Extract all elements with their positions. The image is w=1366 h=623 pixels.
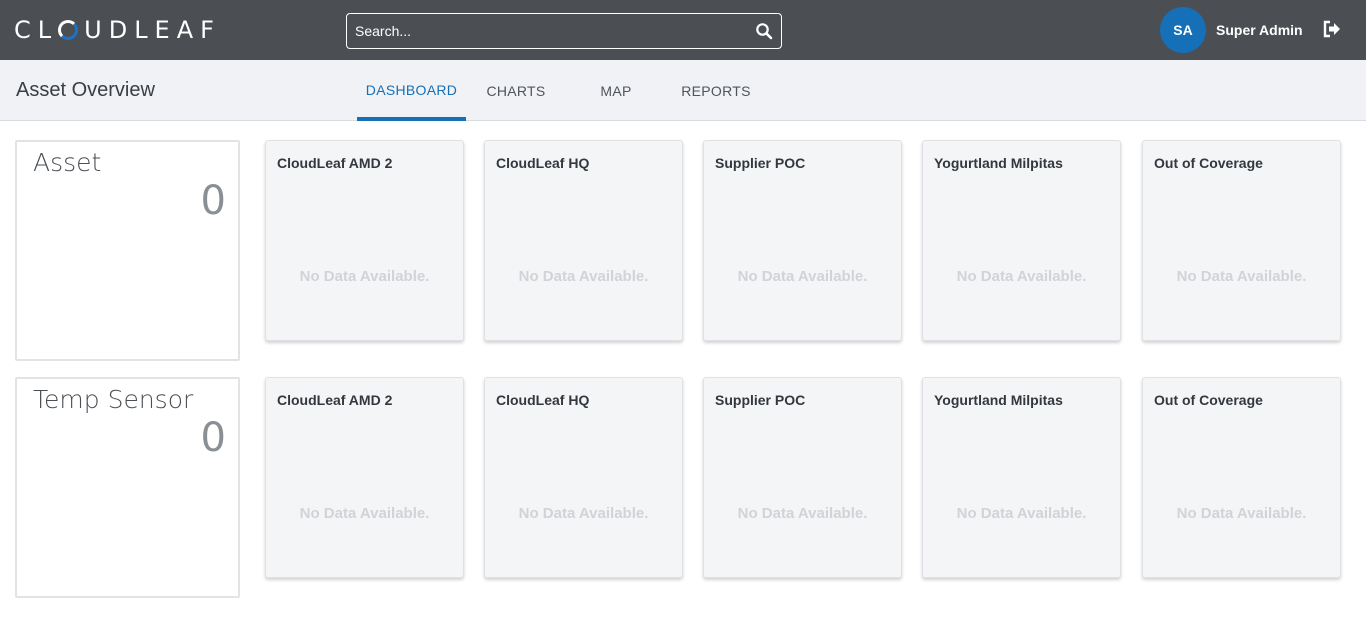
logout-icon[interactable]	[1322, 19, 1342, 39]
location-card[interactable]: Yogurtland Milpitas No Data Available.	[922, 140, 1121, 341]
tab-reports[interactable]: REPORTS	[666, 60, 766, 121]
no-data-message: No Data Available.	[1176, 268, 1307, 285]
summary-count: 0	[200, 178, 226, 224]
location-card[interactable]: CloudLeaf AMD 2 No Data Available.	[265, 377, 464, 578]
tab-dashboard[interactable]: DASHBOARD	[357, 60, 466, 121]
location-title: Supplier POC	[715, 155, 806, 171]
summary-title: Asset	[33, 148, 102, 177]
location-title: Yogurtland Milpitas	[934, 155, 1063, 171]
summary-title: Temp Sensor	[33, 385, 194, 414]
no-data-message: No Data Available.	[956, 505, 1087, 522]
tab-charts[interactable]: CHARTS	[466, 60, 566, 121]
location-title: CloudLeaf AMD 2	[277, 155, 393, 171]
no-data-message: No Data Available.	[518, 505, 649, 522]
page-title: Asset Overview	[16, 79, 155, 101]
no-data-message: No Data Available.	[299, 505, 430, 522]
location-title: Out of Coverage	[1154, 155, 1263, 171]
user-name[interactable]: Super Admin	[1216, 22, 1303, 38]
location-title: CloudLeaf HQ	[496, 155, 590, 171]
search-input[interactable]	[355, 20, 745, 42]
no-data-message: No Data Available.	[956, 268, 1087, 285]
location-title: CloudLeaf HQ	[496, 392, 590, 408]
asset-summary-card[interactable]: Asset 0	[15, 140, 240, 361]
location-card[interactable]: Out of Coverage No Data Available.	[1142, 140, 1341, 341]
logo-text-start: CL	[14, 16, 59, 44]
location-title: CloudLeaf AMD 2	[277, 392, 393, 408]
avatar[interactable]: SA	[1160, 7, 1206, 53]
location-title: Yogurtland Milpitas	[934, 392, 1063, 408]
location-title: Supplier POC	[715, 392, 806, 408]
cloudleaf-logo[interactable]: CL UDLEAF	[14, 16, 221, 44]
search-box	[346, 13, 782, 49]
no-data-message: No Data Available.	[737, 268, 868, 285]
sub-header: Asset Overview DASHBOARD CHARTS MAP REPO…	[0, 60, 1366, 121]
no-data-message: No Data Available.	[737, 505, 868, 522]
tab-map[interactable]: MAP	[566, 60, 666, 121]
no-data-message: No Data Available.	[299, 268, 430, 285]
location-card[interactable]: CloudLeaf HQ No Data Available.	[484, 377, 683, 578]
logo-ring-icon	[58, 20, 79, 40]
location-title: Out of Coverage	[1154, 392, 1263, 408]
logo-text-end: UDLEAF	[84, 16, 221, 44]
location-card[interactable]: CloudLeaf HQ No Data Available.	[484, 140, 683, 341]
summary-count: 0	[200, 415, 226, 461]
search-icon[interactable]	[755, 22, 773, 40]
temp-sensor-summary-card[interactable]: Temp Sensor 0	[15, 377, 240, 598]
location-card[interactable]: Supplier POC No Data Available.	[703, 377, 902, 578]
location-card[interactable]: Out of Coverage No Data Available.	[1142, 377, 1341, 578]
location-card[interactable]: Supplier POC No Data Available.	[703, 140, 902, 341]
location-card[interactable]: CloudLeaf AMD 2 No Data Available.	[265, 140, 464, 341]
no-data-message: No Data Available.	[518, 268, 649, 285]
no-data-message: No Data Available.	[1176, 505, 1307, 522]
location-card[interactable]: Yogurtland Milpitas No Data Available.	[922, 377, 1121, 578]
top-bar: CL UDLEAF SA Super Admin	[0, 0, 1366, 60]
